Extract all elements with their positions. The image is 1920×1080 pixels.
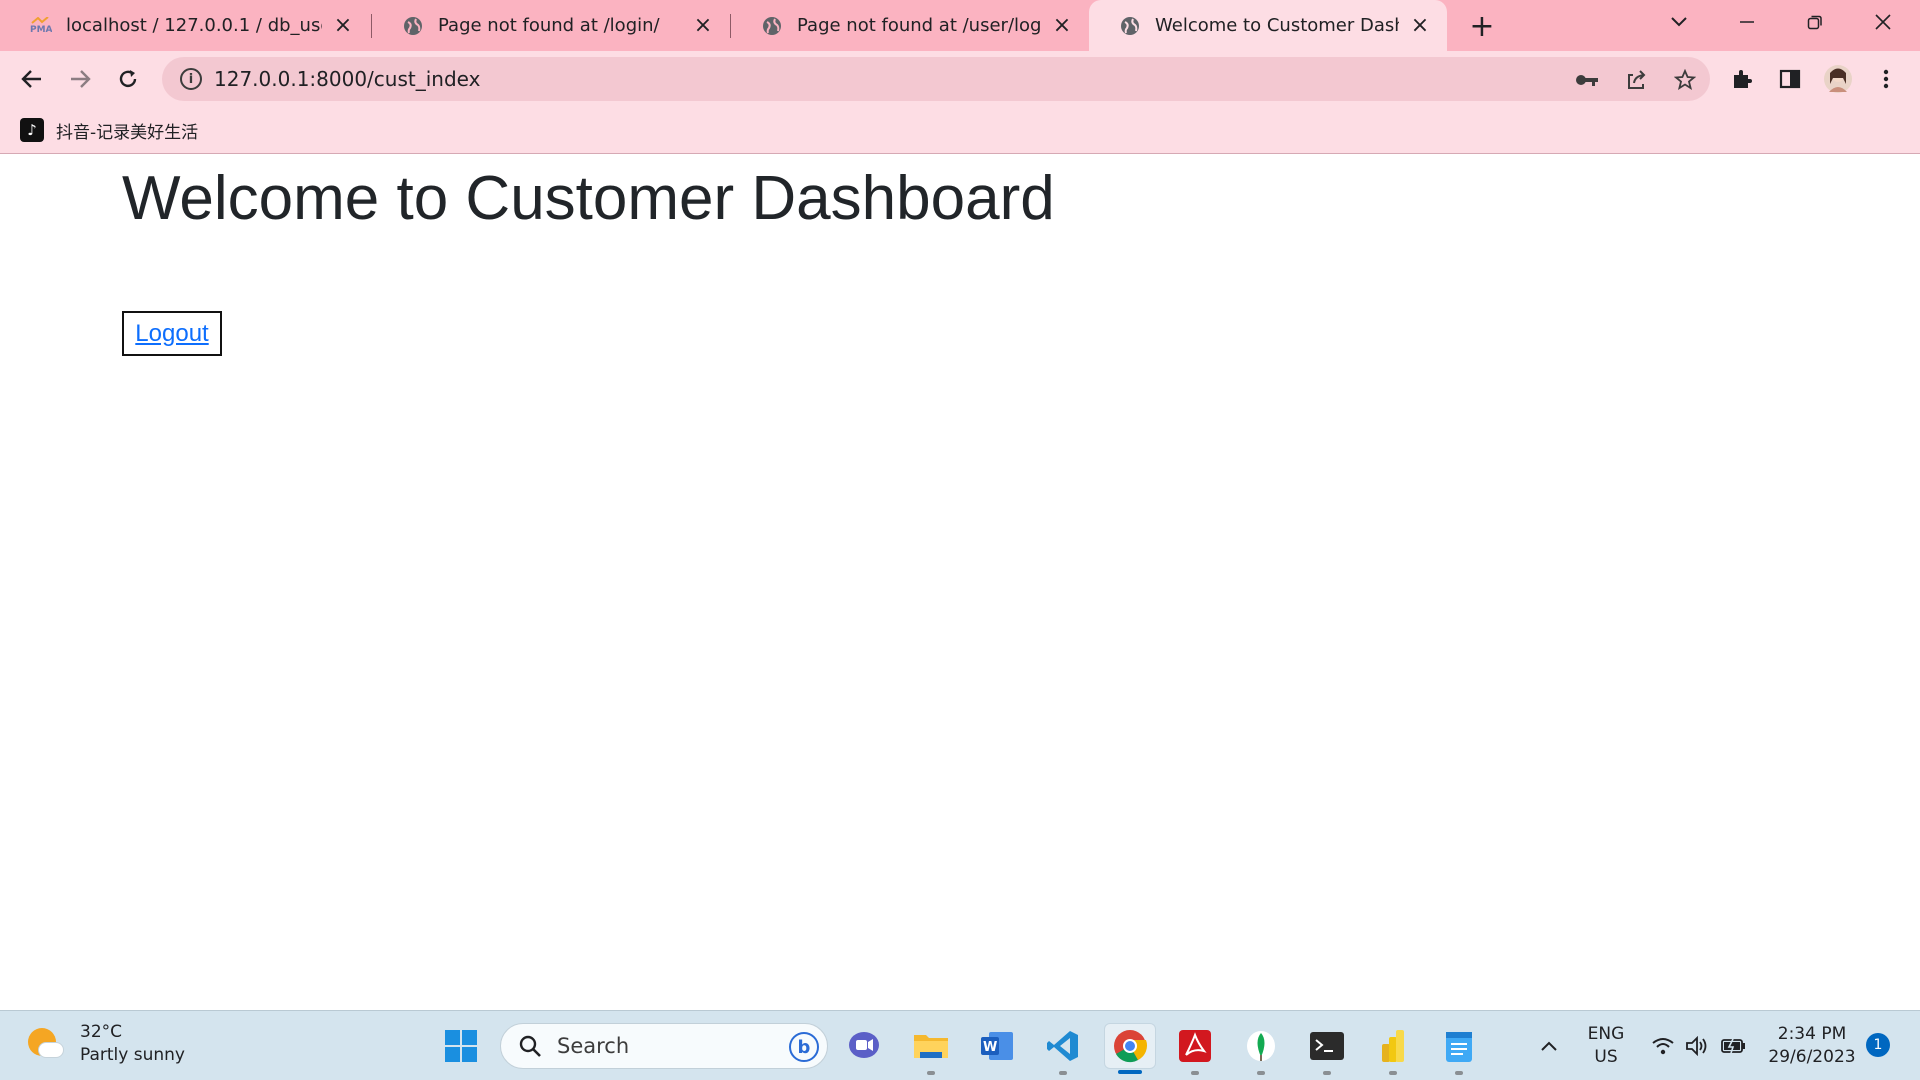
- forward-arrow-icon[interactable]: [60, 59, 100, 99]
- logout-button[interactable]: Logout: [122, 311, 222, 356]
- running-indicator: [1455, 1071, 1463, 1075]
- tab-title: Page not found at /user/login/: [797, 15, 1041, 36]
- notification-badge[interactable]: 1: [1866, 1033, 1890, 1057]
- running-indicator: [927, 1071, 935, 1075]
- running-indicator: [1191, 1071, 1199, 1075]
- globe-icon: [761, 15, 783, 37]
- partly-sunny-icon: [26, 1024, 66, 1064]
- running-indicator: [1257, 1071, 1265, 1075]
- svg-text:PMA: PMA: [30, 25, 52, 35]
- clock[interactable]: 2:34 PM 29/6/2023: [1766, 1023, 1858, 1069]
- key-icon[interactable]: [1574, 67, 1600, 93]
- file-explorer-icon[interactable]: [908, 1023, 954, 1075]
- close-tab-icon[interactable]: ×: [332, 13, 354, 38]
- weather-widget[interactable]: 32°C Partly sunny: [26, 1021, 185, 1067]
- acrobat-icon[interactable]: [1172, 1023, 1218, 1075]
- bookmark-douyin[interactable]: ♪ 抖音-记录美好生活: [20, 115, 198, 145]
- browser-toolbar: i 127.0.0.1:8000/cust_index: [0, 51, 1920, 107]
- clock-time: 2:34 PM: [1777, 1024, 1847, 1044]
- close-window-icon[interactable]: [1849, 0, 1917, 44]
- logout-link[interactable]: Logout: [135, 320, 208, 348]
- battery-charging-icon[interactable]: [1720, 1033, 1746, 1059]
- svg-text:W: W: [983, 1040, 997, 1055]
- globe-icon: [1119, 15, 1141, 37]
- chevron-up-icon[interactable]: [1536, 1033, 1562, 1059]
- bing-icon[interactable]: b: [789, 1032, 819, 1062]
- search-placeholder: Search: [557, 1034, 630, 1058]
- region-code: US: [1594, 1047, 1618, 1067]
- power-bi-icon[interactable]: [1370, 1023, 1416, 1075]
- volume-icon[interactable]: [1684, 1033, 1710, 1059]
- bookmark-star-icon[interactable]: [1672, 67, 1698, 93]
- back-arrow-icon[interactable]: [12, 59, 52, 99]
- new-tab-button[interactable]: +: [1466, 9, 1498, 44]
- tab-page-not-found-user-login[interactable]: Page not found at /user/login/ ×: [731, 0, 1089, 51]
- tiktok-icon: ♪: [20, 118, 44, 142]
- word-icon[interactable]: W: [974, 1023, 1020, 1069]
- share-icon[interactable]: [1623, 67, 1649, 93]
- bookmark-label: 抖音-记录美好生活: [56, 122, 199, 143]
- weather-temperature: 32°C: [80, 1022, 123, 1042]
- side-panel-icon[interactable]: [1774, 63, 1806, 95]
- globe-icon: [402, 15, 424, 37]
- reload-icon[interactable]: [108, 59, 148, 99]
- running-indicator: [1389, 1071, 1397, 1075]
- tab-customer-dashboard[interactable]: Welcome to Customer Dashboard ×: [1089, 0, 1447, 51]
- menu-kebab-icon[interactable]: [1870, 63, 1902, 95]
- active-indicator: [1118, 1070, 1142, 1074]
- minimize-icon[interactable]: [1713, 0, 1781, 44]
- teams-chat-icon[interactable]: [842, 1023, 888, 1069]
- phpmyadmin-icon: PMA: [30, 15, 52, 37]
- vscode-icon[interactable]: [1040, 1023, 1086, 1075]
- running-indicator: [1059, 1071, 1067, 1075]
- bookmarks-bar: ♪ 抖音-记录美好生活: [0, 107, 1920, 154]
- address-bar[interactable]: i 127.0.0.1:8000/cust_index: [162, 57, 1710, 101]
- close-tab-icon[interactable]: ×: [1409, 13, 1431, 38]
- close-tab-icon[interactable]: ×: [1051, 13, 1073, 38]
- extensions-puzzle-icon[interactable]: [1726, 63, 1758, 95]
- taskbar: 32°C Partly sunny Search b W ENG US 2:34…: [0, 1010, 1920, 1080]
- notepad-icon[interactable]: [1436, 1023, 1482, 1075]
- tab-title: localhost / 127.0.0.1 / db_user / u: [66, 15, 322, 36]
- weather-condition: Partly sunny: [80, 1045, 185, 1065]
- mongodb-icon[interactable]: [1238, 1023, 1284, 1075]
- page-title: Welcome to Customer Dashboard: [122, 164, 1055, 233]
- taskbar-search[interactable]: Search b: [500, 1023, 828, 1069]
- running-indicator: [1323, 1071, 1331, 1075]
- wifi-icon[interactable]: [1650, 1033, 1676, 1059]
- tab-search-chevron-icon[interactable]: [1645, 0, 1713, 44]
- language-code: ENG: [1587, 1024, 1625, 1044]
- tab-title: Welcome to Customer Dashboard: [1155, 15, 1399, 36]
- clock-date: 29/6/2023: [1768, 1047, 1856, 1067]
- tab-title: Page not found at /login/: [438, 15, 660, 36]
- search-icon: [517, 1033, 543, 1059]
- url-text[interactable]: 127.0.0.1:8000/cust_index: [214, 57, 480, 101]
- restore-icon[interactable]: [1781, 0, 1849, 44]
- close-tab-icon[interactable]: ×: [692, 13, 714, 38]
- tab-strip: PMA localhost / 127.0.0.1 / db_user / u …: [0, 0, 1920, 51]
- tab-page-not-found-login[interactable]: Page not found at /login/ ×: [372, 0, 730, 51]
- windows-start-icon[interactable]: [438, 1023, 484, 1069]
- site-info-icon[interactable]: i: [180, 68, 202, 90]
- language-indicator[interactable]: ENG US: [1580, 1023, 1632, 1069]
- chrome-icon[interactable]: [1104, 1023, 1156, 1074]
- page-content: Welcome to Customer Dashboard Logout: [0, 155, 1920, 1010]
- tab-phpmyadmin[interactable]: PMA localhost / 127.0.0.1 / db_user / u …: [0, 0, 370, 51]
- profile-avatar[interactable]: [1822, 63, 1854, 95]
- terminal-icon[interactable]: [1304, 1023, 1350, 1075]
